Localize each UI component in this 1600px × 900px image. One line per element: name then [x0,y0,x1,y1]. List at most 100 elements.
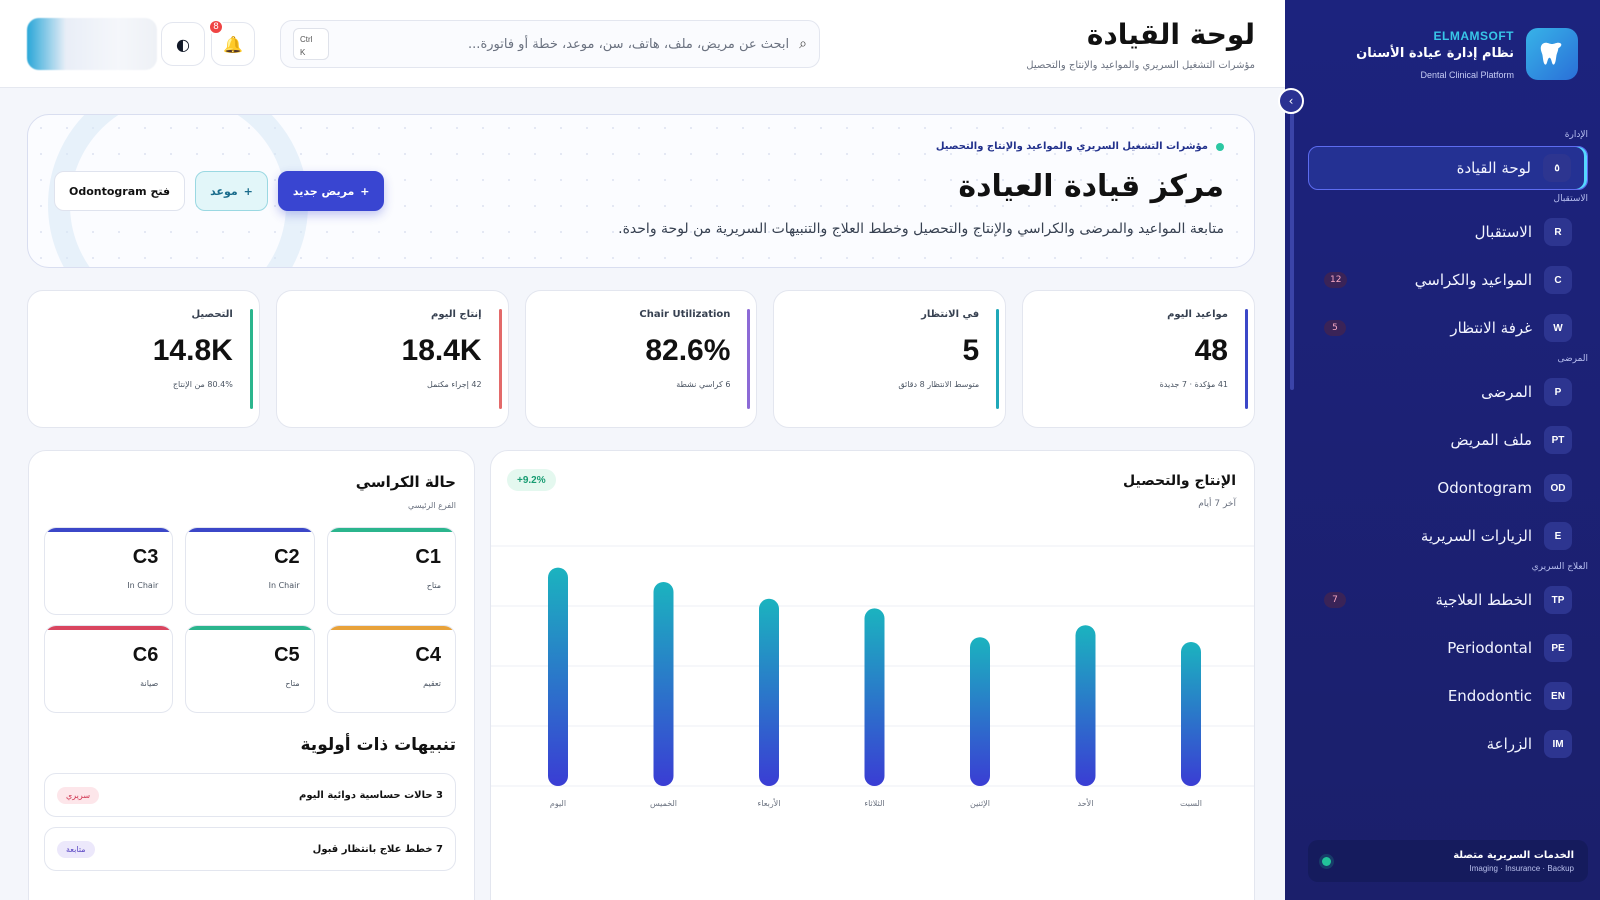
chart-bar[interactable] [1181,642,1201,786]
new-patient-button[interactable]: + مريض جديد [277,171,385,211]
sidebar-item-r[interactable]: R الاستقبال [1308,210,1588,254]
plus-icon: + [360,184,370,198]
nav-code-icon: R [1544,218,1572,246]
kpi-card[interactable]: في الانتظار 5 متوسط الانتظار 8 دقائق [773,290,1007,428]
plus-icon: + [243,184,253,198]
tooth-logo-icon [1526,28,1578,80]
hero-panel: مؤشرات التشغيل السريري والمواعيد والإنتا… [27,114,1255,268]
alert-tag: سريري [57,786,100,804]
kpi-accent-bar [1245,309,1248,409]
sidebar-item-pt[interactable]: PT ملف المريض [1308,418,1588,462]
notifications-button[interactable]: 🔔 8 [208,19,255,66]
alert-item[interactable]: 7 خطط علاج بانتظار قبول متابعة [44,827,456,871]
chairs-alerts-panel: حالة الكراسي الفرع الرئيسي C1 متاح C2 In Ch… [28,450,475,900]
sidebar-item-label: غرفة الانتظار [1450,319,1532,337]
services-status-title: الخدمات السريرية متصلة [1453,849,1574,861]
nav-code-icon: ٥ [1543,154,1571,182]
nav-code-icon: EN [1544,682,1572,710]
sidebar-scrollbar[interactable] [1290,110,1294,390]
nav-code-icon: W [1544,314,1572,342]
chairs-title: حالة الكراسي [355,473,456,491]
chart-bar[interactable] [970,637,990,786]
search-input[interactable]: ⌕ ابحث عن مريض، ملف، هاتف، سن، موعد، خطة… [280,20,820,68]
count-badge: 5 [1324,320,1346,336]
chart-bar[interactable] [548,567,568,786]
page-subtitle: مؤشرات التشغيل السريري والمواعيد والإنتا… [1026,60,1255,71]
kpi-subtext: 6 كراسي نشطة [676,380,731,389]
sidebar-item-e[interactable]: E الزيارات السريرية [1308,514,1588,558]
kpi-label: مواعيد اليوم [1167,309,1228,320]
chart-bar[interactable] [864,608,885,786]
page-title: لوحة القيادة [1086,18,1255,51]
sidebar-item-en[interactable]: EN Endodontic [1308,674,1588,718]
alerts-title: تنبيهات ذات أولوية [300,735,457,755]
sidebar-item-label: الزراعة [1486,735,1532,753]
kpi-card[interactable]: مواعيد اليوم 48 41 مؤكدة · 7 جديدة [1022,290,1255,428]
theme-toggle-button[interactable]: ◐ [161,22,205,66]
chair-card[interactable]: C5 متاح [185,625,315,713]
nav-code-icon: P [1544,378,1572,406]
sidebar-item-im[interactable]: IM الزراعة [1308,722,1588,766]
sidebar-item-pe[interactable]: PE Periodontal [1308,626,1588,670]
chevron-right-icon: › [1288,94,1294,108]
nav-code-icon: OD [1544,474,1572,502]
sidebar-item-p[interactable]: P المرضى [1308,370,1588,414]
chair-card[interactable]: C2 In Chair [185,527,315,615]
sidebar-item-c[interactable]: C المواعيد والكراسي 12 [1308,258,1588,302]
chart-tick-label: الإثنين [970,799,990,809]
chair-card[interactable]: C1 متاح [326,527,456,615]
kpi-card[interactable]: Chair Utilization 82.6% 6 كراسي نشطة [524,290,758,428]
hero-actions: فتح Odontogram + موعد + مريض جديد [54,171,385,211]
kpi-label: Chair Utilization [639,309,731,320]
chair-card[interactable]: C6 صيانة [44,625,174,713]
nav-code-icon: TP [1544,586,1572,614]
app-subtitle: Dental Clinical Platform [1420,69,1514,80]
sidebar-item-label: ملف المريض [1450,431,1532,449]
sidebar-item-od[interactable]: OD Odontogram [1308,466,1588,510]
growth-badge: +9.2% [507,469,556,491]
chart-bar[interactable] [653,582,674,786]
chart-tick-label: الأربعاء [758,798,781,808]
chair-status: In Chair [268,581,300,590]
chair-status: صيانة [140,679,159,688]
sidebar-item-w[interactable]: W غرفة الانتظار 5 [1308,306,1588,350]
sidebar: ELMAMSOFT نظام إدارة عيادة الأسنان Denta… [1285,0,1600,900]
topbar: لوحة القيادة مؤشرات التشغيل السريري والم… [0,0,1285,88]
brand[interactable]: ELMAMSOFT نظام إدارة عيادة الأسنان Denta… [1356,28,1578,80]
kpi-subtext: 41 مؤكدة · 7 جديدة [1159,380,1228,389]
nav-section-title: العلاج السريري [1531,562,1588,572]
chart-bar[interactable] [759,598,779,786]
kpi-card[interactable]: التحصيل 14.8K 80.4% من الإنتاج [27,290,260,428]
status-dot-icon [1322,856,1331,866]
nav-section-title: الاستقبال [1553,194,1588,204]
count-badge: 7 [1324,592,1346,608]
chair-code: C6 [132,644,159,666]
alert-tag: متابعة [57,840,95,858]
chair-status-line [186,528,314,532]
contrast-icon: ◐ [176,34,190,54]
bar-chart: السبت الأحد الإثنين الثلاثاء الأربعاء الخميس ا… [491,545,1254,809]
alert-text: 7 خطط علاج بانتظار قبول [312,843,443,855]
chair-card[interactable]: C4 تعقيم [326,625,456,713]
sidebar-item-label: Periodontal [1447,639,1532,657]
sidebar-item-label: المرضى [1481,383,1532,401]
production-chart-panel: الإنتاج والتحصيل آخر 7 أيام +9.2% السبت ا… [490,450,1255,900]
kpi-subtext: 80.4% من الإنتاج [172,380,233,389]
sidebar-item-label: الاستقبال [1474,223,1532,241]
user-menu[interactable] [27,18,157,70]
new-appointment-button[interactable]: + موعد [195,171,268,211]
sidebar-collapse-button[interactable]: › [1278,88,1304,114]
sidebar-item-tp[interactable]: TP الخطط العلاجية 7 [1308,578,1588,622]
chair-status-line [327,626,455,630]
hero-eyebrow: مؤشرات التشغيل السريري والمواعيد والإنتا… [936,141,1224,152]
chart-tick-label: اليوم [550,799,566,808]
alert-item[interactable]: 3 حالات حساسية دوائية اليوم سريري [44,773,456,817]
kpi-value: 18.4K [401,334,482,367]
sidebar-item-٥[interactable]: ٥ لوحة القيادة [1308,146,1588,190]
chart-bar[interactable] [1075,625,1096,786]
nav-code-icon: PT [1544,426,1572,454]
kpi-card[interactable]: إنتاج اليوم 18.4K 42 إجراء مكتمل [275,290,509,428]
kpi-accent-bar [498,309,502,409]
open-odontogram-button[interactable]: فتح Odontogram [54,171,186,211]
chair-card[interactable]: C3 In Chair [44,527,174,615]
